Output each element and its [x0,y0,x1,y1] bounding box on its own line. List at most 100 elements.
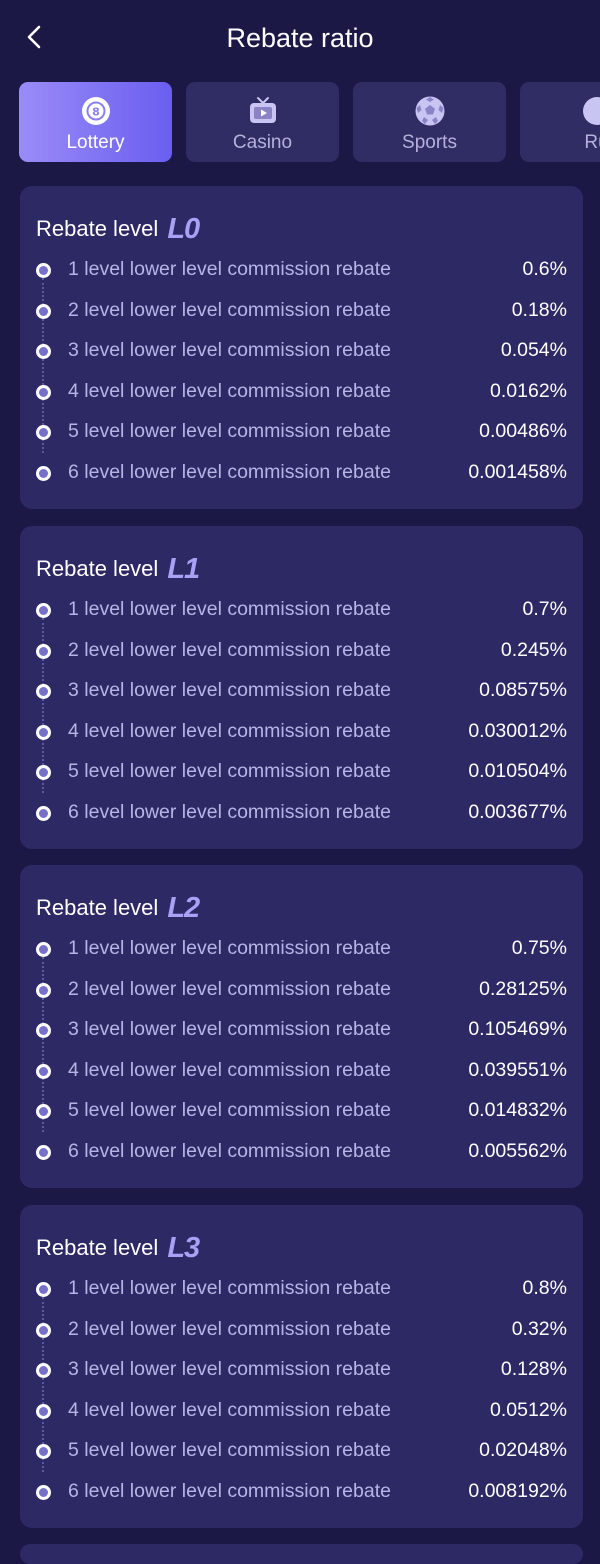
card-title: Rebate level [36,216,158,242]
rebate-row: 2 level lower level commission rebate 0.3… [20,1310,583,1350]
bullet-dot-icon [36,1023,51,1038]
rebate-row-label: 4 level lower level commission rebate [68,720,391,743]
rebate-row: 1 level lower level commission rebate 0.7… [20,929,583,969]
rebate-row: 3 level lower level commission rebate 0.0… [20,331,583,371]
rebate-row-value: 0.08575% [479,679,567,702]
card-title: Rebate level [36,556,158,582]
rebate-row: 5 level lower level commission rebate 0.0… [20,1091,583,1131]
rebate-row-value: 0.0162% [490,380,567,403]
rebate-row-label: 5 level lower level commission rebate [68,420,391,443]
rebate-row-label: 1 level lower level commission rebate [68,258,391,281]
rebate-row-label: 3 level lower level commission rebate [68,1358,391,1381]
bullet-dot-icon [36,725,51,740]
level-badge: L0 [167,214,199,244]
rebate-row-label: 2 level lower level commission rebate [68,299,391,322]
rebate-row-label: 6 level lower level commission rebate [68,1140,391,1163]
rebate-row-value: 0.7% [523,598,567,621]
bullet-dot-icon [36,263,51,278]
tab-label: Casino [186,132,339,154]
bullet-dot-icon [36,1485,51,1500]
soccer-ball-icon [414,95,446,127]
tab-label: Sports [353,132,506,154]
rebate-row-label: 5 level lower level commission rebate [68,760,391,783]
rebate-row-label: 3 level lower level commission rebate [68,679,391,702]
rebate-row-value: 0.6% [523,258,567,281]
bullet-dot-icon [36,644,51,659]
rebate-row-label: 2 level lower level commission rebate [68,978,391,1001]
lottery-ball-icon: 8 [80,95,112,127]
bullet-dot-icon [36,603,51,618]
bullet-dot-icon [36,684,51,699]
page-title: Rebate ratio [0,20,600,56]
rebate-row: 2 level lower level commission rebate 0.1… [20,291,583,331]
rebate-row-value: 0.054% [501,339,567,362]
rebate-row: 6 level lower level commission rebate0.0… [20,793,583,833]
rebate-row: 4 level lower level commission rebate 0.0… [20,1051,583,1091]
rebate-row-value: 0.32% [512,1318,567,1341]
bullet-dot-icon [36,1444,51,1459]
bullet-dot-icon [36,765,51,780]
rebate-row: 5 level lower level commission rebate 0.0… [20,412,583,452]
rebate-row-value: 0.105469% [468,1018,567,1041]
rebate-row: 6 level lower level commission rebate 0.0… [20,1132,583,1172]
rebate-row-value: 0.00486% [479,420,567,443]
rebate-row-value: 0.28125% [479,978,567,1001]
rebate-row-label: 2 level lower level commission rebate [68,639,391,662]
rebate-row: 2 level lower level commission rebate 0.2… [20,970,583,1010]
rebate-card-l1: Rebate level L1 1 level lower level comm… [20,526,583,849]
svg-text:8: 8 [92,106,100,119]
bullet-dot-icon [36,806,51,821]
rebate-row-label: 6 level lower level commission rebate [68,801,391,824]
rebate-row-label: 5 level lower level commission rebate [68,1099,391,1122]
rebate-row-label: 1 level lower level commission rebate [68,937,391,960]
rebate-row: 6 level lower level commission rebate0.0… [20,453,583,493]
bullet-dot-icon [36,1323,51,1338]
rebate-row-label: 4 level lower level commission rebate [68,380,391,403]
bullet-dot-icon [36,1104,51,1119]
tab-sports[interactable]: Sports [353,82,506,162]
tab-rummy[interactable]: Ru [520,82,600,162]
rebate-row-label: 2 level lower level commission rebate [68,1318,391,1341]
bullet-dot-icon [36,942,51,957]
bullet-dot-icon [36,304,51,319]
rebate-row-label: 5 level lower level commission rebate [68,1439,391,1462]
rebate-row: 4 level lower level commission rebate 0.0… [20,372,583,412]
rebate-row-value: 0.02048% [479,1439,567,1462]
rebate-row-value: 0.128% [501,1358,567,1381]
rebate-row: 3 level lower level commission rebate0.1… [20,1010,583,1050]
level-badge: L1 [167,554,199,584]
rebate-row-value: 0.030012% [468,720,567,743]
bullet-dot-icon [36,425,51,440]
rebate-row-value: 0.18% [512,299,567,322]
rebate-row-value: 0.039551% [468,1059,567,1082]
bullet-dot-icon [36,1064,51,1079]
bullet-dot-icon [36,1145,51,1160]
rebate-row-value: 0.0512% [490,1399,567,1422]
bullet-dot-icon [36,1282,51,1297]
rebate-row-value: 0.75% [512,937,567,960]
rebate-row-label: 3 level lower level commission rebate [68,339,391,362]
rebate-row-value: 0.014832% [468,1099,567,1122]
level-badge: L2 [167,893,199,923]
rebate-card-l2: Rebate level L2 1 level lower level comm… [20,865,583,1188]
category-tabs: 8 Lottery Casino Sports Ru [19,82,600,162]
rebate-row-value: 0.010504% [468,760,567,783]
rebate-row: 1 level lower level commission rebate0.8… [20,1269,583,1309]
rebate-row: 4 level lower level commission rebate 0.0… [20,1391,583,1431]
rebate-row-value: 0.8% [523,1277,567,1300]
rebate-card-l3: Rebate level L3 1 level lower level comm… [20,1205,583,1528]
tab-lottery[interactable]: 8 Lottery [19,82,172,162]
bullet-dot-icon [36,466,51,481]
rebate-row-label: 4 level lower level commission rebate [68,1399,391,1422]
rebate-row-label: 6 level lower level commission rebate [68,1480,391,1503]
rebate-row-label: 4 level lower level commission rebate [68,1059,391,1082]
rebate-row-value: 0.005562% [468,1140,567,1163]
rebate-row: 6 level lower level commission rebate0.0… [20,1472,583,1512]
bullet-dot-icon [36,1363,51,1378]
rebate-card-next [20,1544,583,1564]
tab-label: Ru [520,132,600,154]
tab-casino[interactable]: Casino [186,82,339,162]
game-icon [581,95,600,127]
rebate-row-label: 1 level lower level commission rebate [68,598,391,621]
rebate-row: 5 level lower level commission rebate 0.0… [20,752,583,792]
